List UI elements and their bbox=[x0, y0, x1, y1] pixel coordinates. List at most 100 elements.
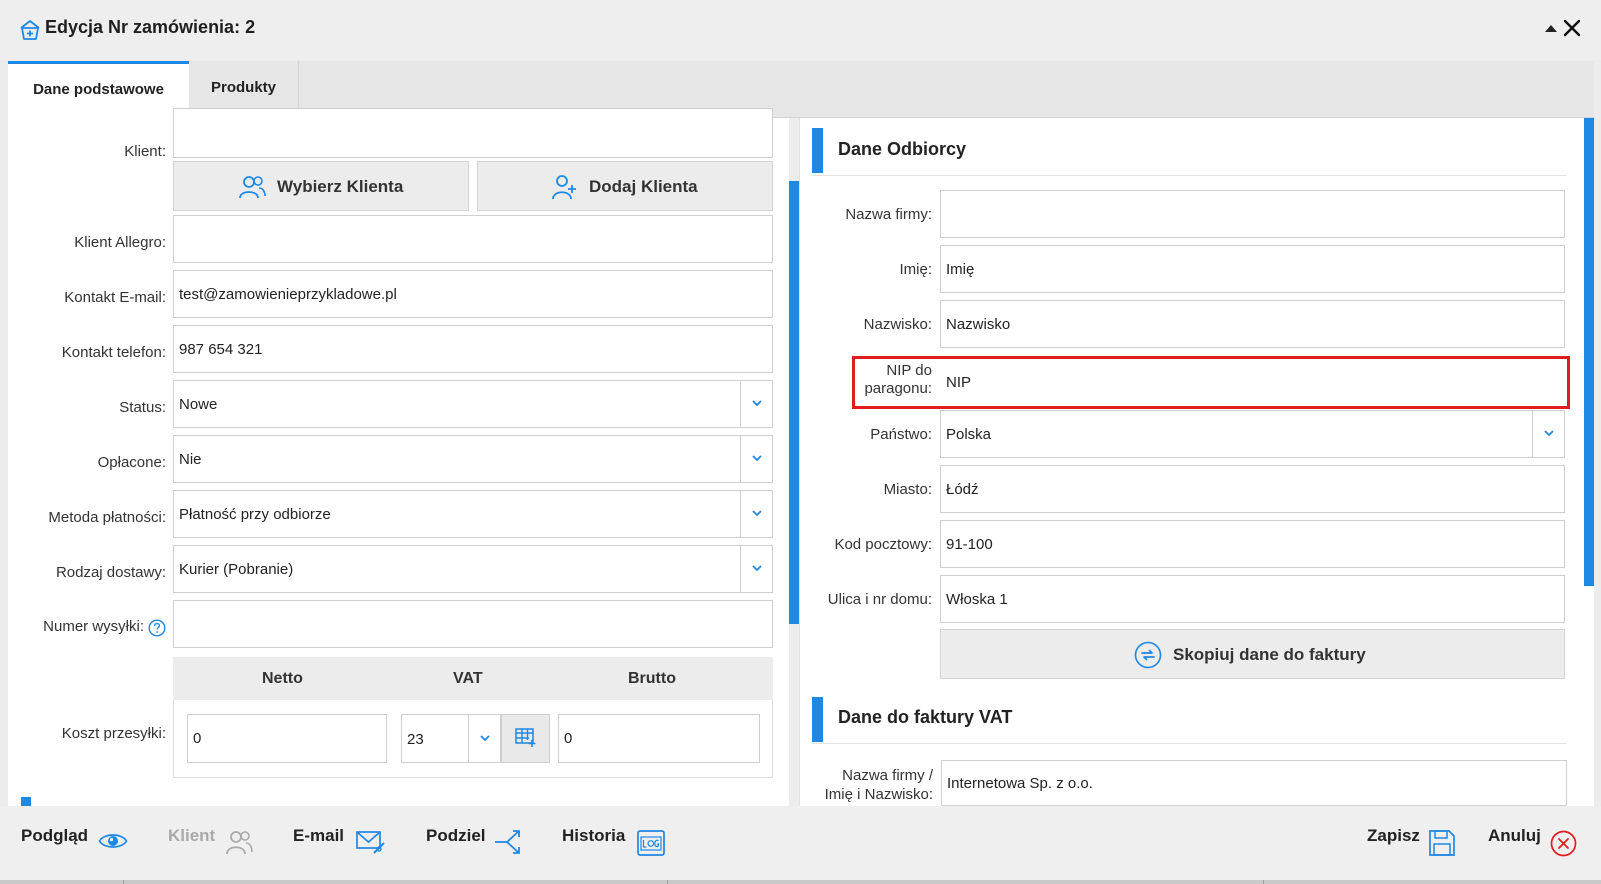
bottom-edge bbox=[0, 880, 1601, 884]
section-accent bbox=[812, 128, 823, 173]
right-scrollbar[interactable] bbox=[1584, 118, 1594, 586]
users-icon bbox=[239, 176, 266, 199]
client-input[interactable] bbox=[173, 108, 773, 158]
left-scrollbar[interactable] bbox=[789, 181, 799, 624]
split-icon[interactable] bbox=[493, 827, 523, 857]
shipment-number-input[interactable] bbox=[173, 600, 773, 648]
country-dropdown-toggle[interactable] bbox=[1532, 411, 1564, 457]
netto-header: Netto bbox=[262, 670, 303, 687]
company-name-input[interactable] bbox=[940, 190, 1565, 238]
choose-client-label: Wybierz Klienta bbox=[277, 177, 404, 196]
city-input[interactable] bbox=[940, 465, 1565, 513]
country-value: Polska bbox=[946, 426, 992, 443]
delivery-type-value: Kurier (Pobranie) bbox=[179, 561, 294, 578]
vat-dropdown-toggle[interactable] bbox=[468, 715, 500, 762]
eye-icon[interactable] bbox=[98, 831, 128, 851]
phone-label: Kontakt telefon: bbox=[61, 344, 166, 361]
vat-header: VAT bbox=[453, 670, 483, 687]
mail-icon[interactable] bbox=[356, 829, 386, 855]
shipping-cost-label: Koszt przesyłki: bbox=[61, 725, 166, 742]
vat-select[interactable]: 23 bbox=[401, 714, 501, 763]
last-name-label: Nazwisko: bbox=[863, 316, 932, 333]
basket-icon bbox=[20, 20, 40, 40]
invoice-name-label-line1: Nazwa firmy / bbox=[842, 767, 933, 784]
client-label: Klient: bbox=[124, 143, 166, 160]
company-name-label: Nazwa firmy: bbox=[845, 206, 932, 223]
postal-code-label: Kod pocztowy: bbox=[834, 536, 932, 553]
delivery-type-dropdown-toggle[interactable] bbox=[740, 546, 772, 592]
brutto-input[interactable] bbox=[558, 714, 760, 763]
bottom-edge-tick bbox=[123, 880, 124, 884]
log-icon[interactable] bbox=[636, 829, 666, 857]
cancel-button[interactable]: Anuluj bbox=[1488, 826, 1541, 846]
allegro-input[interactable] bbox=[173, 215, 773, 263]
paid-label: Opłacone: bbox=[97, 454, 166, 471]
email-label: Kontakt E-mail: bbox=[64, 289, 166, 306]
vat-value: 23 bbox=[407, 731, 424, 748]
first-name-label: Imię: bbox=[899, 261, 932, 278]
paid-value: Nie bbox=[179, 451, 202, 468]
vat-calculator-button[interactable] bbox=[501, 714, 550, 763]
country-select[interactable]: Polska bbox=[940, 410, 1565, 458]
email-button[interactable]: E-mail bbox=[293, 826, 344, 846]
status-select[interactable]: Nowe bbox=[173, 380, 773, 428]
invoice-name-label: Nazwa firmy / Imię i Nazwisko: bbox=[800, 766, 933, 804]
choose-client-button[interactable]: Wybierz Klienta bbox=[173, 161, 469, 211]
payment-method-value: Płatność przy odbiorze bbox=[179, 506, 331, 523]
title-bar: Edycja Nr zamówienia: 2 bbox=[0, 0, 1601, 60]
postal-code-input[interactable] bbox=[940, 520, 1565, 568]
email-input[interactable] bbox=[173, 270, 773, 318]
save-button[interactable]: Zapisz bbox=[1367, 826, 1420, 846]
payment-method-select[interactable]: Płatność przy odbiorze bbox=[173, 490, 773, 538]
add-client-label: Dodaj Klienta bbox=[589, 177, 698, 196]
chevron-down-icon bbox=[752, 565, 762, 572]
collapse-icon[interactable] bbox=[1544, 22, 1558, 36]
paid-dropdown-toggle[interactable] bbox=[740, 436, 772, 482]
window-title: Edycja Nr zamówienia: 2 bbox=[45, 17, 256, 37]
table-add-icon bbox=[515, 728, 536, 747]
users-icon bbox=[226, 831, 253, 855]
delivery-type-select[interactable]: Kurier (Pobranie) bbox=[173, 545, 773, 593]
payment-method-label: Metoda płatności: bbox=[48, 509, 166, 526]
sync-icon bbox=[1134, 641, 1162, 669]
street-label: Ulica i nr domu: bbox=[827, 591, 932, 608]
brutto-header: Brutto bbox=[628, 670, 676, 687]
client-button[interactable]: Klient bbox=[168, 826, 215, 846]
allegro-label: Klient Allegro: bbox=[74, 234, 166, 251]
section-accent bbox=[812, 697, 823, 742]
invoice-name-label-line2: Imię i Nazwisko: bbox=[824, 786, 933, 803]
payment-method-dropdown-toggle[interactable] bbox=[740, 491, 772, 537]
add-user-icon bbox=[552, 175, 576, 200]
shipment-number-label: Numer wysyłki: bbox=[43, 618, 144, 635]
phone-input[interactable] bbox=[173, 325, 773, 373]
floppy-disk-icon[interactable] bbox=[1428, 829, 1456, 857]
paid-select[interactable]: Nie bbox=[173, 435, 773, 483]
invoice-name-input[interactable] bbox=[941, 760, 1567, 806]
chevron-down-icon bbox=[752, 510, 762, 517]
split-button[interactable]: Podziel bbox=[426, 826, 486, 846]
netto-input[interactable] bbox=[187, 714, 387, 763]
add-client-button[interactable]: Dodaj Klienta bbox=[477, 161, 773, 211]
chevron-down-icon bbox=[480, 735, 490, 742]
cancel-circle-icon[interactable] bbox=[1550, 830, 1577, 857]
last-name-input[interactable] bbox=[940, 300, 1565, 348]
bottom-edge-tick bbox=[1263, 880, 1264, 884]
copy-to-invoice-button[interactable]: Skopiuj dane do faktury bbox=[940, 629, 1565, 679]
history-button[interactable]: Historia bbox=[562, 826, 625, 846]
nip-highlight-frame bbox=[852, 356, 1570, 409]
invoice-section-title: Dane do faktury VAT bbox=[838, 707, 1013, 727]
chevron-down-icon bbox=[752, 400, 762, 407]
status-value: Nowe bbox=[179, 396, 218, 413]
street-input[interactable] bbox=[940, 575, 1565, 623]
close-icon[interactable] bbox=[1562, 18, 1582, 38]
tab-dane-podstawowe[interactable]: Dane podstawowe bbox=[8, 61, 189, 118]
status-label: Status: bbox=[119, 399, 166, 416]
country-label: Państwo: bbox=[870, 426, 932, 443]
status-dropdown-toggle[interactable] bbox=[740, 381, 772, 427]
copy-to-invoice-label: Skopiuj dane do faktury bbox=[1173, 645, 1366, 664]
help-icon[interactable] bbox=[148, 619, 166, 637]
scroll-marker bbox=[21, 797, 31, 806]
chevron-down-icon bbox=[1544, 430, 1554, 437]
first-name-input[interactable] bbox=[940, 245, 1565, 293]
preview-button[interactable]: Podgląd bbox=[21, 826, 88, 846]
